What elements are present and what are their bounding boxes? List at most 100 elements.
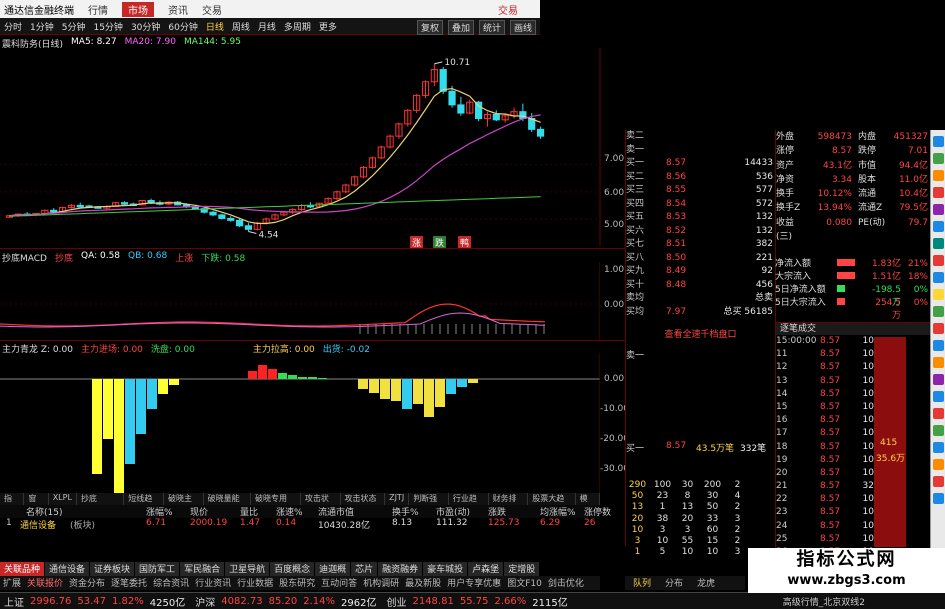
period-10[interactable]: 更多 bbox=[319, 20, 337, 33]
indicator-tab[interactable]: 抄底MACD bbox=[77, 493, 125, 513]
sector-tab[interactable]: 军民融合 bbox=[180, 562, 225, 576]
sub-tab[interactable]: 资金分布 bbox=[66, 576, 108, 590]
extra-tab[interactable]: 队列 bbox=[633, 576, 651, 590]
indicator-tab[interactable]: 窗口 bbox=[24, 493, 49, 514]
quote-row[interactable]: 买均 7.97 总买 56185 bbox=[626, 306, 775, 320]
sector-tab[interactable]: 定增股 bbox=[504, 562, 540, 576]
period-6[interactable]: 日线 bbox=[206, 20, 224, 33]
sub-tab[interactable]: 互动问答 bbox=[318, 576, 360, 590]
toolbar-icon[interactable] bbox=[933, 170, 944, 181]
toolbar-icon[interactable] bbox=[933, 476, 944, 487]
period-0[interactable]: 分时 bbox=[4, 20, 22, 33]
sub-tab[interactable]: 行业数据 bbox=[234, 576, 276, 590]
period-5[interactable]: 60分钟 bbox=[168, 20, 197, 33]
sub-tab[interactable]: 行业资讯 bbox=[192, 576, 234, 590]
indicator-tab[interactable]: ZJTJ bbox=[385, 493, 410, 505]
toolbar-icon[interactable] bbox=[933, 323, 944, 334]
sub-tab[interactable]: 剑击优化 bbox=[545, 576, 587, 590]
indicator-tab[interactable]: 攻击状态 bbox=[301, 493, 341, 514]
toolbar-icon[interactable] bbox=[933, 391, 944, 402]
toolbar-icon[interactable] bbox=[933, 187, 944, 198]
trade-link[interactable]: 交易 bbox=[498, 2, 518, 17]
index-label[interactable]: 上证 bbox=[4, 594, 24, 609]
indicator-tab[interactable]: 指标 bbox=[0, 493, 25, 514]
sub-tab[interactable]: 机构调研 bbox=[360, 576, 402, 590]
quote-row[interactable]: 买二 8.56 536 bbox=[626, 171, 775, 185]
menu-news[interactable]: 资讯 bbox=[168, 2, 188, 17]
sub-tab[interactable]: 关联报价 bbox=[24, 576, 66, 590]
indicator-tab[interactable]: XLPL bbox=[49, 493, 77, 505]
quote-row[interactable]: 卖二 bbox=[626, 130, 775, 144]
quote-row[interactable]: 买一 8.57 14433 bbox=[626, 157, 775, 171]
candlestick-chart[interactable]: 10.71 4.54 bbox=[0, 48, 625, 246]
extra-tab[interactable]: 分布 bbox=[665, 576, 683, 590]
toolbar-icon[interactable] bbox=[933, 306, 944, 317]
indicator-tab[interactable]: 股票大趋势 bbox=[528, 493, 576, 514]
column-header[interactable]: 涨幅% bbox=[146, 505, 190, 518]
toolbar-icon[interactable] bbox=[933, 408, 944, 419]
toolbar-icon[interactable] bbox=[933, 255, 944, 266]
column-header[interactable]: 涨跌 bbox=[488, 505, 540, 518]
indicator-tab[interactable]: 破晓专用3A bbox=[251, 493, 301, 513]
sub-tab[interactable]: 逐笔委托 bbox=[108, 576, 150, 590]
toolbar-icon[interactable] bbox=[933, 272, 944, 283]
indicator-tab[interactable]: 财务排雷 bbox=[489, 493, 529, 514]
macd-chart[interactable] bbox=[0, 262, 600, 340]
sub-tab[interactable]: 用户专享优惠 bbox=[444, 576, 504, 590]
column-header[interactable]: 现价 bbox=[190, 505, 240, 518]
sector-tab[interactable]: 豪车城投 bbox=[423, 562, 468, 576]
period-8[interactable]: 月线 bbox=[258, 20, 276, 33]
period-2[interactable]: 5分钟 bbox=[62, 20, 86, 33]
period-4[interactable]: 30分钟 bbox=[131, 20, 160, 33]
sector-tab[interactable]: 百度概念 bbox=[270, 562, 315, 576]
indicator-tab[interactable]: 短线趋势 bbox=[124, 493, 164, 514]
indicator-tab[interactable]: 行业趋势 bbox=[449, 493, 489, 514]
sub-tab[interactable]: 股东研究 bbox=[276, 576, 318, 590]
quote-row[interactable]: 卖一 bbox=[626, 144, 775, 158]
toolbar-icon[interactable] bbox=[933, 459, 944, 470]
column-header[interactable]: 涨速% bbox=[276, 505, 318, 518]
sector-tab[interactable]: 芯片 bbox=[351, 562, 378, 576]
toolbar-icon[interactable] bbox=[933, 442, 944, 453]
period-3[interactable]: 15分钟 bbox=[93, 20, 122, 33]
indicator-tab[interactable]: 模板 bbox=[576, 493, 600, 514]
column-header[interactable]: 换手% bbox=[392, 505, 436, 518]
indicator-tab[interactable]: 破晓主涨 bbox=[164, 493, 204, 514]
toolbar-icon[interactable] bbox=[933, 493, 944, 504]
column-header[interactable]: 均涨幅% bbox=[540, 505, 584, 518]
index-label[interactable]: 创业 bbox=[386, 594, 406, 609]
toolbar-icon[interactable] bbox=[933, 204, 944, 215]
quote-row[interactable]: 买三 8.55 577 bbox=[626, 184, 775, 198]
sector-tab[interactable]: 证券板块 bbox=[90, 562, 135, 576]
quote-row[interactable]: 买五 8.53 132 bbox=[626, 211, 775, 225]
column-header[interactable]: 名称(15) bbox=[0, 505, 146, 518]
indicator-tab[interactable]: 破晓量能柱 bbox=[204, 493, 251, 514]
sub-tab[interactable]: 图文F10 bbox=[504, 576, 545, 590]
quote-row[interactable]: 买六 8.52 132 bbox=[626, 225, 775, 239]
toolbar-icon[interactable] bbox=[933, 136, 944, 147]
column-header[interactable]: 市盈(动) bbox=[436, 505, 488, 518]
depth-link[interactable]: 查看全速千档盘口 bbox=[626, 327, 775, 340]
table-row[interactable]: 1 通信设备 (板块) 6.71 2000.19 1.47 0.14 10430… bbox=[0, 518, 600, 532]
column-header[interactable]: 流通市值 bbox=[318, 505, 392, 518]
menu-quotes[interactable]: 行情 bbox=[88, 2, 108, 17]
quote-row[interactable]: 买十 8.48 456 bbox=[626, 279, 775, 293]
period-1[interactable]: 1分钟 bbox=[30, 20, 54, 33]
quote-row[interactable]: 买四 8.54 572 bbox=[626, 198, 775, 212]
toolbar-icon[interactable] bbox=[933, 153, 944, 164]
quote-row[interactable]: 卖均 总卖 bbox=[626, 292, 775, 306]
menu-trade[interactable]: 交易 bbox=[202, 2, 222, 17]
toolbar-icon[interactable] bbox=[933, 238, 944, 249]
flow-chart[interactable] bbox=[0, 353, 600, 493]
period-tool-0[interactable]: 复权 bbox=[416, 20, 443, 35]
toolbar-icon[interactable] bbox=[933, 357, 944, 368]
sub-tab[interactable]: 综合资讯 bbox=[150, 576, 192, 590]
period-7[interactable]: 周线 bbox=[232, 20, 250, 33]
period-tool-1[interactable]: 叠加 bbox=[447, 20, 474, 35]
quote-row[interactable]: 买八 8.50 221 bbox=[626, 252, 775, 266]
toolbar-icon[interactable] bbox=[933, 289, 944, 300]
sector-tab[interactable]: 融资融券 bbox=[378, 562, 423, 576]
toolbar-icon[interactable] bbox=[933, 425, 944, 436]
toolbar-icon[interactable] bbox=[933, 221, 944, 232]
indicator-tab[interactable]: 判断强弱 bbox=[409, 493, 449, 514]
